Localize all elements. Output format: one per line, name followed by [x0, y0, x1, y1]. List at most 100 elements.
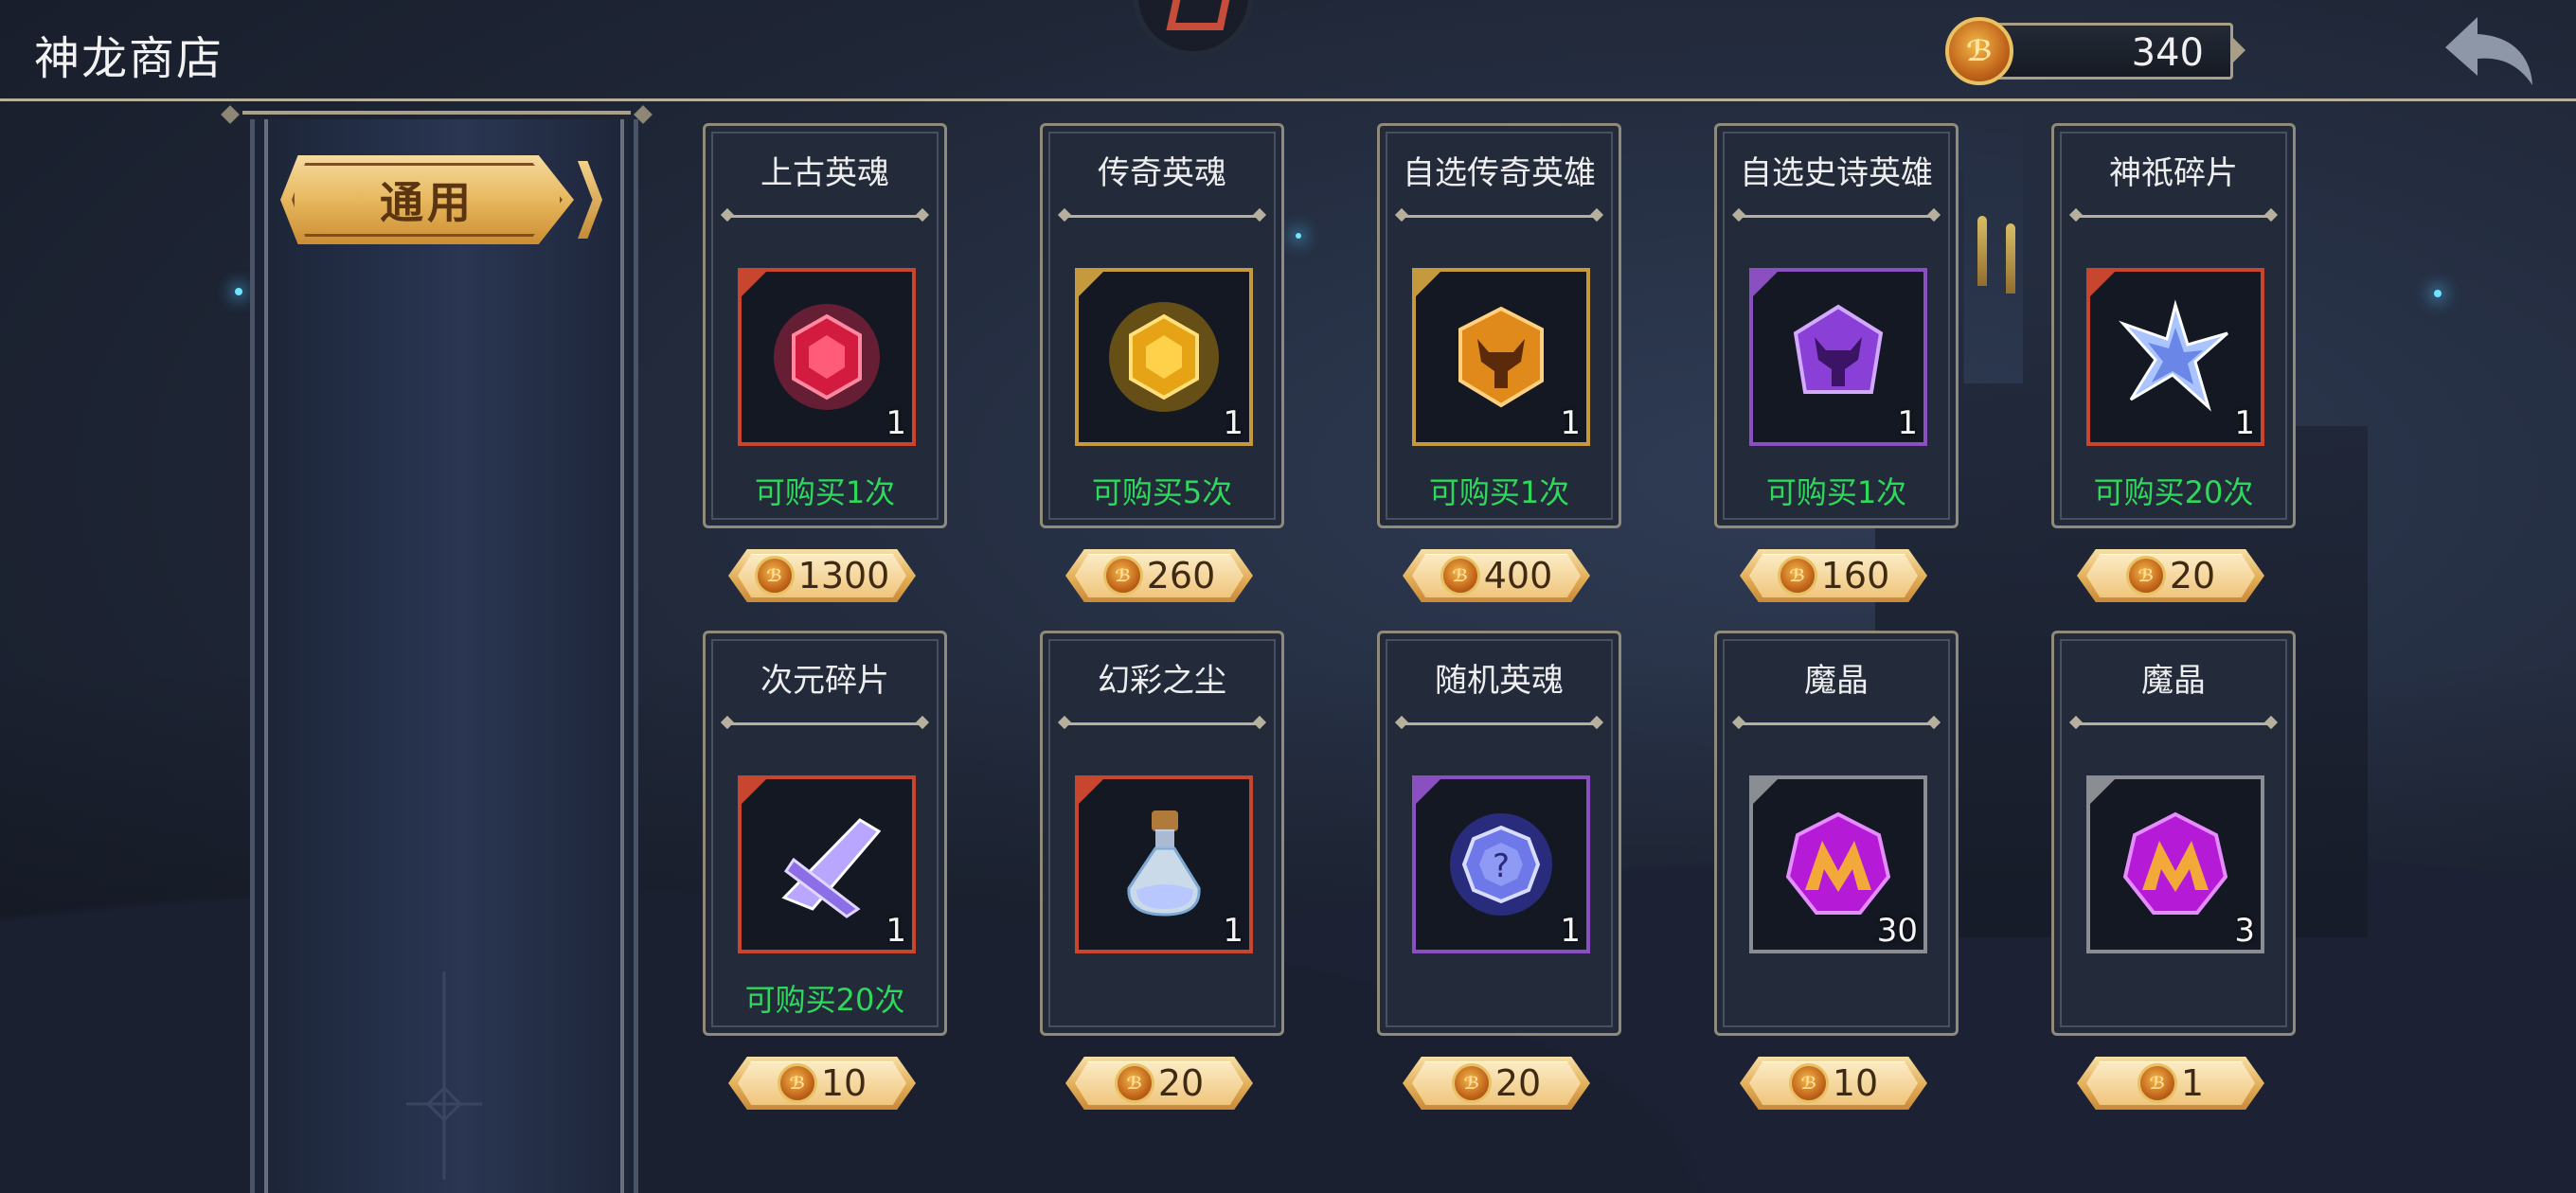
- legendary-soul-icon: [1109, 302, 1219, 412]
- item-name: 自选传奇英雄: [1403, 154, 1596, 192]
- ancient-soul-icon: [774, 304, 880, 410]
- buy-button[interactable]: ℬ 160: [1740, 549, 1927, 602]
- item-icon-frame: 1: [1075, 775, 1253, 953]
- buy-button[interactable]: ℬ 1300: [728, 549, 916, 602]
- shop-item-card[interactable]: 自选史诗英雄 1 可购买1次: [1714, 123, 1959, 528]
- sparkle: [1296, 233, 1301, 239]
- dragon-coin-icon: ℬ: [1777, 556, 1817, 596]
- dragon-coin-icon: ℬ: [1440, 556, 1480, 596]
- shop-item-card[interactable]: 传奇英魂 1 可购买5次: [1040, 123, 1284, 528]
- buy-button[interactable]: ℬ 260: [1065, 549, 1253, 602]
- item-name: 幻彩之尘: [1098, 662, 1226, 700]
- shop-item-card[interactable]: 神祇碎片 1 可购买20次: [2051, 123, 2296, 528]
- shop-item-card[interactable]: 魔晶 30: [1714, 631, 1959, 1036]
- price-value: 10: [1832, 1062, 1879, 1104]
- dragon-coin-icon: ℬ: [1102, 556, 1143, 596]
- dragon-coin-icon: ℬ: [1451, 1063, 1492, 1103]
- tab-general[interactable]: 通用: [280, 155, 602, 244]
- category-banner: [250, 119, 638, 1193]
- dragon-coin-icon: ℬ: [1114, 1063, 1154, 1103]
- magic-crystal-icon: [1785, 811, 1891, 915]
- dimension-shard-icon: [781, 818, 882, 918]
- dragon-coin-icon: ℬ: [1945, 17, 2013, 85]
- shop-item-card[interactable]: 幻彩之尘 1: [1040, 631, 1284, 1036]
- price-value: 260: [1146, 555, 1216, 596]
- item-count: 30: [1876, 912, 1918, 950]
- buy-button[interactable]: ℬ 400: [1403, 549, 1590, 602]
- item-name: 魔晶: [2141, 662, 2206, 700]
- item-count: 1: [1223, 912, 1243, 950]
- shop-item-card[interactable]: 次元碎片 1 可购买20次: [703, 631, 947, 1036]
- item-icon-frame: 1: [1412, 268, 1590, 446]
- buy-button[interactable]: ℬ 20: [1065, 1057, 1253, 1110]
- svg-text:?: ?: [1493, 847, 1510, 885]
- castle-window-light: [2006, 223, 2015, 294]
- item-count: 1: [2234, 404, 2255, 442]
- prism-dust-potion-icon: [1127, 810, 1201, 917]
- price-value: 400: [1483, 555, 1553, 596]
- back-button[interactable]: [2442, 13, 2538, 89]
- price-value: 20: [2169, 555, 2216, 596]
- legendary-hero-select-icon: [1458, 306, 1544, 408]
- item-icon-frame: 3: [2086, 775, 2264, 953]
- banner-ornament-icon: [406, 971, 482, 1180]
- buy-button[interactable]: ℬ 1: [2077, 1057, 2264, 1110]
- item-icon-frame: ? 1: [1412, 775, 1590, 953]
- item-icon-frame: 1: [738, 775, 916, 953]
- shop-item-card[interactable]: 自选传奇英雄 1 可购买1次: [1377, 123, 1621, 528]
- item-icon-frame: 1: [738, 268, 916, 446]
- price-value: 1300: [797, 555, 890, 596]
- item-name: 传奇英魂: [1098, 154, 1226, 192]
- item-count: 3: [2234, 912, 2255, 950]
- item-name: 上古英魂: [760, 154, 889, 192]
- dragon-coin-icon: ℬ: [1788, 1063, 1829, 1103]
- buy-button[interactable]: ℬ 10: [728, 1057, 916, 1110]
- sparkle: [2434, 290, 2442, 297]
- price-value: 20: [1494, 1062, 1542, 1104]
- price-value: 20: [1157, 1062, 1205, 1104]
- item-name: 神祇碎片: [2109, 154, 2238, 192]
- dragon-coin-icon: ℬ: [754, 556, 795, 596]
- dragon-coin-icon: ℬ: [777, 1063, 817, 1103]
- item-icon-frame: 1: [1075, 268, 1253, 446]
- epic-hero-select-icon: [1793, 304, 1884, 394]
- banner-rod: [221, 105, 653, 124]
- item-count: 1: [886, 912, 906, 950]
- deity-shard-icon: [2119, 299, 2228, 412]
- purchase-limit: 可购买1次: [754, 474, 896, 510]
- item-count: 1: [886, 404, 906, 442]
- buy-button[interactable]: ℬ 20: [2077, 549, 2264, 602]
- item-count: 1: [1897, 404, 1918, 442]
- random-soul-icon: ?: [1450, 813, 1552, 916]
- shop-item-card[interactable]: 上古英魂 1 可购买1次: [703, 123, 947, 528]
- dragon-coin-icon: ℬ: [2137, 1063, 2177, 1103]
- item-name: 自选史诗英雄: [1740, 154, 1933, 192]
- purchase-limit: 可购买1次: [1765, 474, 1907, 510]
- purchase-limit: 可购买20次: [744, 982, 905, 1018]
- item-icon-frame: 1: [2086, 268, 2264, 446]
- price-value: 1: [2180, 1062, 2205, 1104]
- purchase-limit: 可购买5次: [1091, 474, 1233, 510]
- item-icon-frame: 30: [1749, 775, 1927, 953]
- item-name: 次元碎片: [760, 662, 889, 700]
- item-count: 1: [1223, 404, 1243, 442]
- currency-amount: 340: [2131, 31, 2204, 75]
- magic-crystal-icon: [2122, 811, 2228, 915]
- item-icon-frame: 1: [1749, 268, 1927, 446]
- shop-item-card[interactable]: 魔晶 3: [2051, 631, 2296, 1036]
- castle-window-light: [1977, 216, 1987, 286]
- tab-general-label: 通用: [380, 177, 474, 228]
- sparkle: [235, 288, 242, 295]
- purchase-limit: 可购买1次: [1428, 474, 1570, 510]
- item-count: 1: [1560, 912, 1581, 950]
- buy-button[interactable]: ℬ 10: [1740, 1057, 1927, 1110]
- purchase-limit: 可购买20次: [2093, 474, 2254, 510]
- price-value: 160: [1820, 555, 1890, 596]
- item-name: 随机英魂: [1435, 662, 1564, 700]
- item-count: 1: [1560, 404, 1581, 442]
- item-name: 魔晶: [1804, 662, 1869, 700]
- back-arrow-icon: [2445, 17, 2532, 85]
- dragon-coin-icon: ℬ: [2125, 556, 2166, 596]
- buy-button[interactable]: ℬ 20: [1403, 1057, 1590, 1110]
- shop-item-card[interactable]: 随机英魂 ? 1: [1377, 631, 1621, 1036]
